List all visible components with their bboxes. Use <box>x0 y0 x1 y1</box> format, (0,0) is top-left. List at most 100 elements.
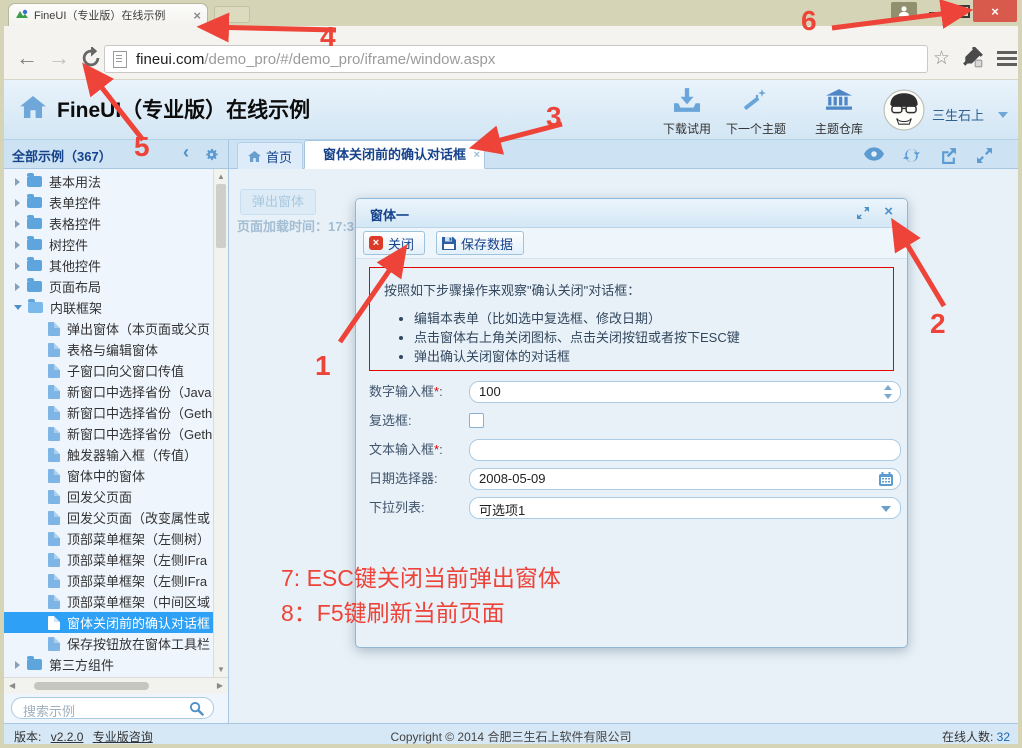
file-icon <box>48 427 60 441</box>
field-label: 下拉列表: <box>369 497 465 519</box>
download-trial-button[interactable]: 下载试用 <box>651 88 723 137</box>
dialog-body: 按照如下步骤操作来观察"确认关闭"对话框： 编辑本表单（比如选中复选框、修改日期… <box>356 259 907 647</box>
scroll-up-icon[interactable]: ▲ <box>214 172 228 181</box>
search-input[interactable]: 搜索示例 <box>11 697 214 719</box>
address-bar[interactable]: fineui.com /demo_pro/#/demo_pro/iframe/w… <box>104 45 928 73</box>
tree-item[interactable]: 子窗口向父窗口传值 <box>4 360 228 381</box>
refresh-icon[interactable] <box>80 47 102 74</box>
tree-item-label: 表格控件 <box>49 214 101 233</box>
select-field[interactable]: 可选项1 <box>469 497 901 519</box>
tab-close-icon[interactable]: × <box>193 9 201 22</box>
tree-item[interactable]: 内联框架 <box>4 297 221 318</box>
browser-tab-title: FineUI（专业版）在线示例 <box>34 7 193 23</box>
tree-item[interactable]: 表格与编辑窗体 <box>4 339 228 360</box>
dialog-form: 数字输入框*:100复选框:文本输入框*:日期选择器:2008-05-09下拉列… <box>356 379 907 539</box>
expand-icon[interactable] <box>15 220 20 228</box>
expand-icon[interactable] <box>15 241 20 249</box>
collapse-icon[interactable] <box>14 305 22 310</box>
back-icon[interactable]: ← <box>16 44 38 72</box>
footer: 版本: v2.2.0 专业版咨询 Copyright © 2014 合肥三生石上… <box>4 723 1018 744</box>
eye-icon[interactable] <box>864 147 884 166</box>
tree-item[interactable]: 回发父页面（改变属性或 <box>4 507 228 528</box>
dialog-maximize-icon[interactable] <box>857 206 869 224</box>
chevron-left-icon[interactable]: ‹ <box>183 142 189 163</box>
tree-item[interactable]: 弹出窗体（本页面或父页 <box>4 318 228 339</box>
download-icon <box>674 88 700 112</box>
tree-item[interactable]: 回发父页面 <box>4 486 228 507</box>
spinner-down-icon[interactable] <box>884 394 892 399</box>
application-window: FineUI（专业版）在线示例 × × ← → fineui.com /demo… <box>0 0 1022 748</box>
tree-item[interactable]: 新窗口中选择省份（Geth <box>4 423 228 444</box>
number-field[interactable]: 100 <box>469 381 901 403</box>
maximize-icon[interactable] <box>955 5 970 18</box>
scrollbar-thumb[interactable] <box>34 682 149 690</box>
avatar[interactable] <box>883 89 925 131</box>
tab-home[interactable]: 首页 <box>237 142 303 169</box>
gear-icon[interactable] <box>204 147 219 167</box>
tree-item[interactable]: 保存按钮放在窗体工具栏 <box>4 633 228 654</box>
tree-item[interactable]: 表格控件 <box>4 213 221 234</box>
close-icon[interactable]: × <box>973 0 1017 22</box>
checkbox[interactable] <box>469 413 484 428</box>
tree-item[interactable]: 顶部菜单框架（中间区域 <box>4 591 228 612</box>
reload-icon[interactable] <box>903 147 920 169</box>
dialog-titlebar[interactable]: 窗体一 × <box>356 199 907 228</box>
tree-item[interactable]: 顶部菜单框架（左侧IFra <box>4 549 228 570</box>
scroll-right-icon[interactable]: ▶ <box>217 681 223 690</box>
minimize-icon[interactable] <box>929 12 941 15</box>
tree-item[interactable]: 表单控件 <box>4 192 221 213</box>
save-data-button[interactable]: 保存数据 <box>436 231 524 255</box>
popup-window-button[interactable]: 弹出窗体 <box>240 189 316 215</box>
expand-icon[interactable] <box>15 283 20 291</box>
caret-down-icon[interactable] <box>998 112 1008 118</box>
tree-item[interactable]: 窗体中的窗体 <box>4 465 228 486</box>
menu-icon[interactable] <box>997 51 1017 67</box>
scrollbar-thumb[interactable] <box>216 184 226 248</box>
tree-vertical-scrollbar[interactable]: ▲ ▼ <box>213 169 228 677</box>
search-icon[interactable] <box>189 701 204 721</box>
tree-horizontal-scrollbar[interactable]: ◀ ▶ <box>4 677 228 694</box>
tab-active[interactable]: 窗体关闭前的确认对话框 × <box>304 140 485 169</box>
person-icon[interactable] <box>891 2 917 19</box>
browser-tab[interactable]: FineUI（专业版）在线示例 × <box>8 3 208 26</box>
page-icon <box>113 51 127 68</box>
expand-icon[interactable] <box>15 178 20 186</box>
tree-item[interactable]: 触发器输入框（传值） <box>4 444 228 465</box>
theme-repo-button[interactable]: 主题仓库 <box>803 88 875 137</box>
expand-icon[interactable] <box>15 661 20 669</box>
text-field[interactable] <box>469 439 901 461</box>
dialog-close-icon[interactable]: × <box>884 203 893 220</box>
tree-item[interactable]: 页面布局 <box>4 276 221 297</box>
scroll-left-icon[interactable]: ◀ <box>9 681 15 690</box>
expand-icon[interactable] <box>976 147 993 169</box>
tree-item[interactable]: 树控件 <box>4 234 221 255</box>
tree-item[interactable]: 新窗口中选择省份（Geth <box>4 402 228 423</box>
tree-item[interactable]: 基本用法 <box>4 171 221 192</box>
expand-icon[interactable] <box>15 199 20 207</box>
date-field[interactable]: 2008-05-09 <box>469 468 901 490</box>
star-icon[interactable]: ☆ <box>933 47 950 70</box>
expand-icon[interactable] <box>15 262 20 270</box>
forward-icon[interactable]: → <box>48 44 70 72</box>
tree-item[interactable]: 新窗口中选择省份（Java <box>4 381 228 402</box>
next-theme-button[interactable]: 下一个主题 <box>720 88 792 137</box>
tree-item[interactable]: 窗体关闭前的确认对话框 <box>4 612 228 633</box>
scroll-down-icon[interactable]: ▼ <box>214 665 228 674</box>
home-icon[interactable] <box>20 96 46 123</box>
new-tab-button[interactable] <box>214 6 250 23</box>
tab-close-icon[interactable]: × <box>474 142 480 169</box>
field-label: 文本输入框*: <box>369 439 465 461</box>
tree-item[interactable]: 顶部菜单框架（左侧树） <box>4 528 228 549</box>
spinner-up-icon[interactable] <box>884 385 892 390</box>
external-link-icon[interactable] <box>940 147 957 169</box>
calendar-icon[interactable] <box>879 472 893 491</box>
tree-item[interactable]: 第三方组件 <box>4 654 221 675</box>
select-caret-icon[interactable] <box>881 506 891 512</box>
tree-item[interactable]: 顶部菜单框架（左侧IFra <box>4 570 228 591</box>
tree-item[interactable]: 其他控件 <box>4 255 221 276</box>
tree-item-label: 第三方组件 <box>49 655 114 674</box>
username[interactable]: 三生石上 <box>932 105 984 124</box>
spinner-icon[interactable] <box>884 385 892 399</box>
dropper-icon[interactable] <box>962 47 984 74</box>
close-button[interactable]: × 关闭 <box>363 231 425 255</box>
